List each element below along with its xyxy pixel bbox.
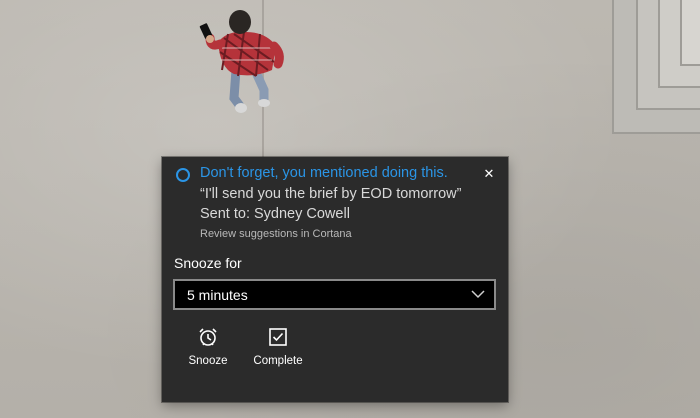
notification-title: Don't forget, you mentioned doing this. (200, 165, 448, 181)
complete-button[interactable]: Complete (250, 327, 306, 373)
snooze-for-label: Snooze for (174, 255, 242, 271)
review-suggestions-link[interactable]: Review suggestions in Cortana (200, 228, 352, 240)
desktop-background: Don't forget, you mentioned doing this. … (0, 0, 700, 418)
sent-to-text: Sent to: Sydney Cowell (200, 206, 350, 222)
stepped-structure (612, 0, 700, 134)
snooze-button-label: Snooze (188, 355, 228, 367)
checkbox-checked-icon (269, 328, 287, 346)
complete-button-label: Complete (253, 355, 303, 367)
snooze-button[interactable]: Snooze (186, 327, 230, 373)
cortana-reminder-toast: Don't forget, you mentioned doing this. … (162, 157, 508, 402)
snooze-duration-value: 5 minutes (187, 287, 248, 303)
close-icon[interactable]: ✕ (480, 165, 498, 183)
snooze-duration-select[interactable]: 5 minutes (173, 279, 496, 310)
reminder-quote: “I'll send you the brief by EOD tomorrow… (200, 186, 462, 202)
alarm-clock-icon (199, 328, 217, 346)
cortana-icon (176, 168, 190, 182)
chevron-down-icon (471, 290, 485, 299)
walking-person-image (199, 10, 284, 113)
